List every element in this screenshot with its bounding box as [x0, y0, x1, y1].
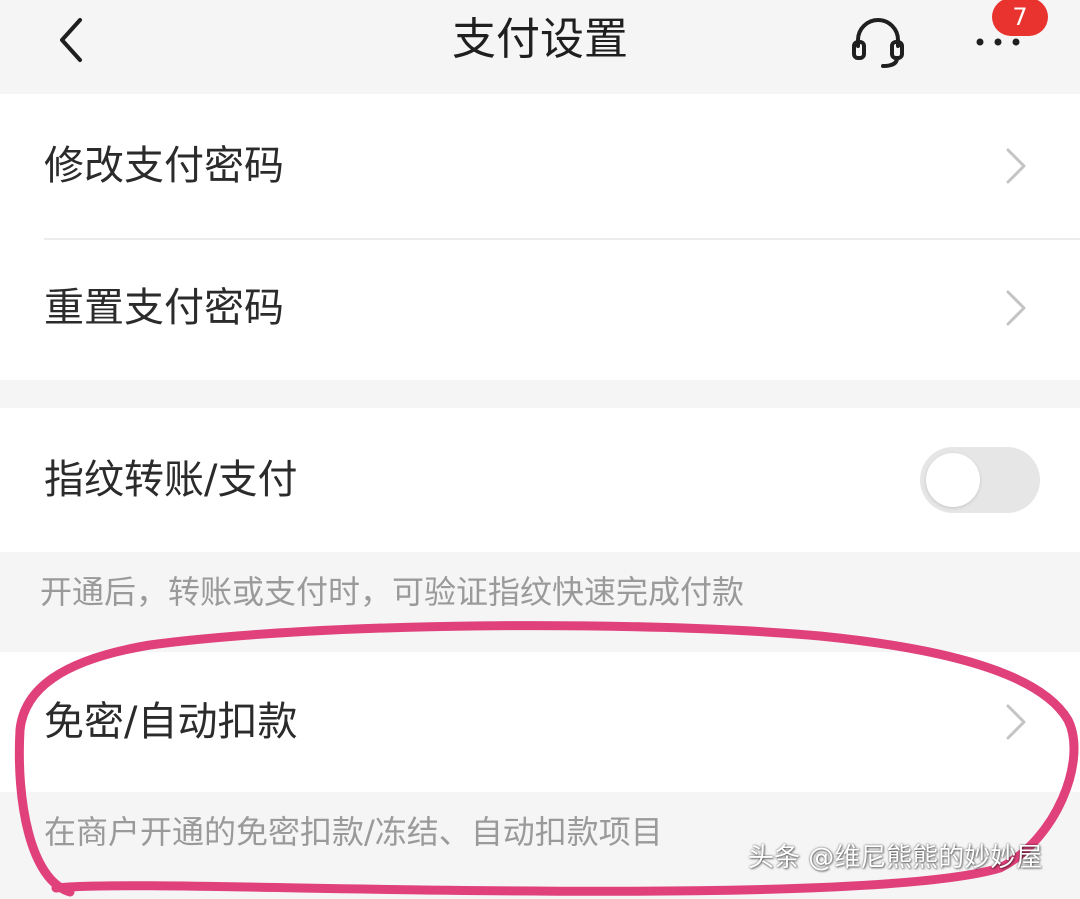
chevron-right-icon	[1006, 704, 1026, 740]
notification-badge: 7	[992, 0, 1048, 36]
autopay-label: 免密/自动扣款	[44, 699, 298, 745]
row-label: 修改支付密码	[44, 143, 284, 189]
chevron-right-icon	[1006, 290, 1026, 326]
chevron-right-icon	[1006, 148, 1026, 184]
autopay-row[interactable]: 免密/自动扣款	[0, 652, 1080, 792]
customer-service-button[interactable]	[848, 14, 908, 70]
fingerprint-hint: 开通后，转账或支付时，可验证指纹快速完成付款	[40, 573, 745, 611]
fingerprint-card: 指纹转账/支付	[0, 408, 1080, 552]
toggle-knob	[926, 453, 980, 507]
fingerprint-label: 指纹转账/支付	[44, 457, 298, 503]
top-bar: 支付设置 7	[0, 0, 1080, 94]
fingerprint-toggle[interactable]	[920, 447, 1040, 513]
reset-password-row[interactable]: 重置支付密码	[0, 240, 1080, 380]
password-settings-card: 修改支付密码 重置支付密码	[0, 94, 1080, 380]
row-label: 重置支付密码	[44, 285, 284, 331]
headset-icon	[852, 18, 904, 68]
change-password-row[interactable]: 修改支付密码	[0, 94, 1080, 238]
watermark-text: 头条 @维尼熊熊的妙妙屋	[748, 843, 1043, 873]
autopay-hint: 在商户开通的免密扣款/冻结、自动扣款项目	[44, 813, 663, 851]
page-title: 支付设置	[452, 14, 628, 65]
